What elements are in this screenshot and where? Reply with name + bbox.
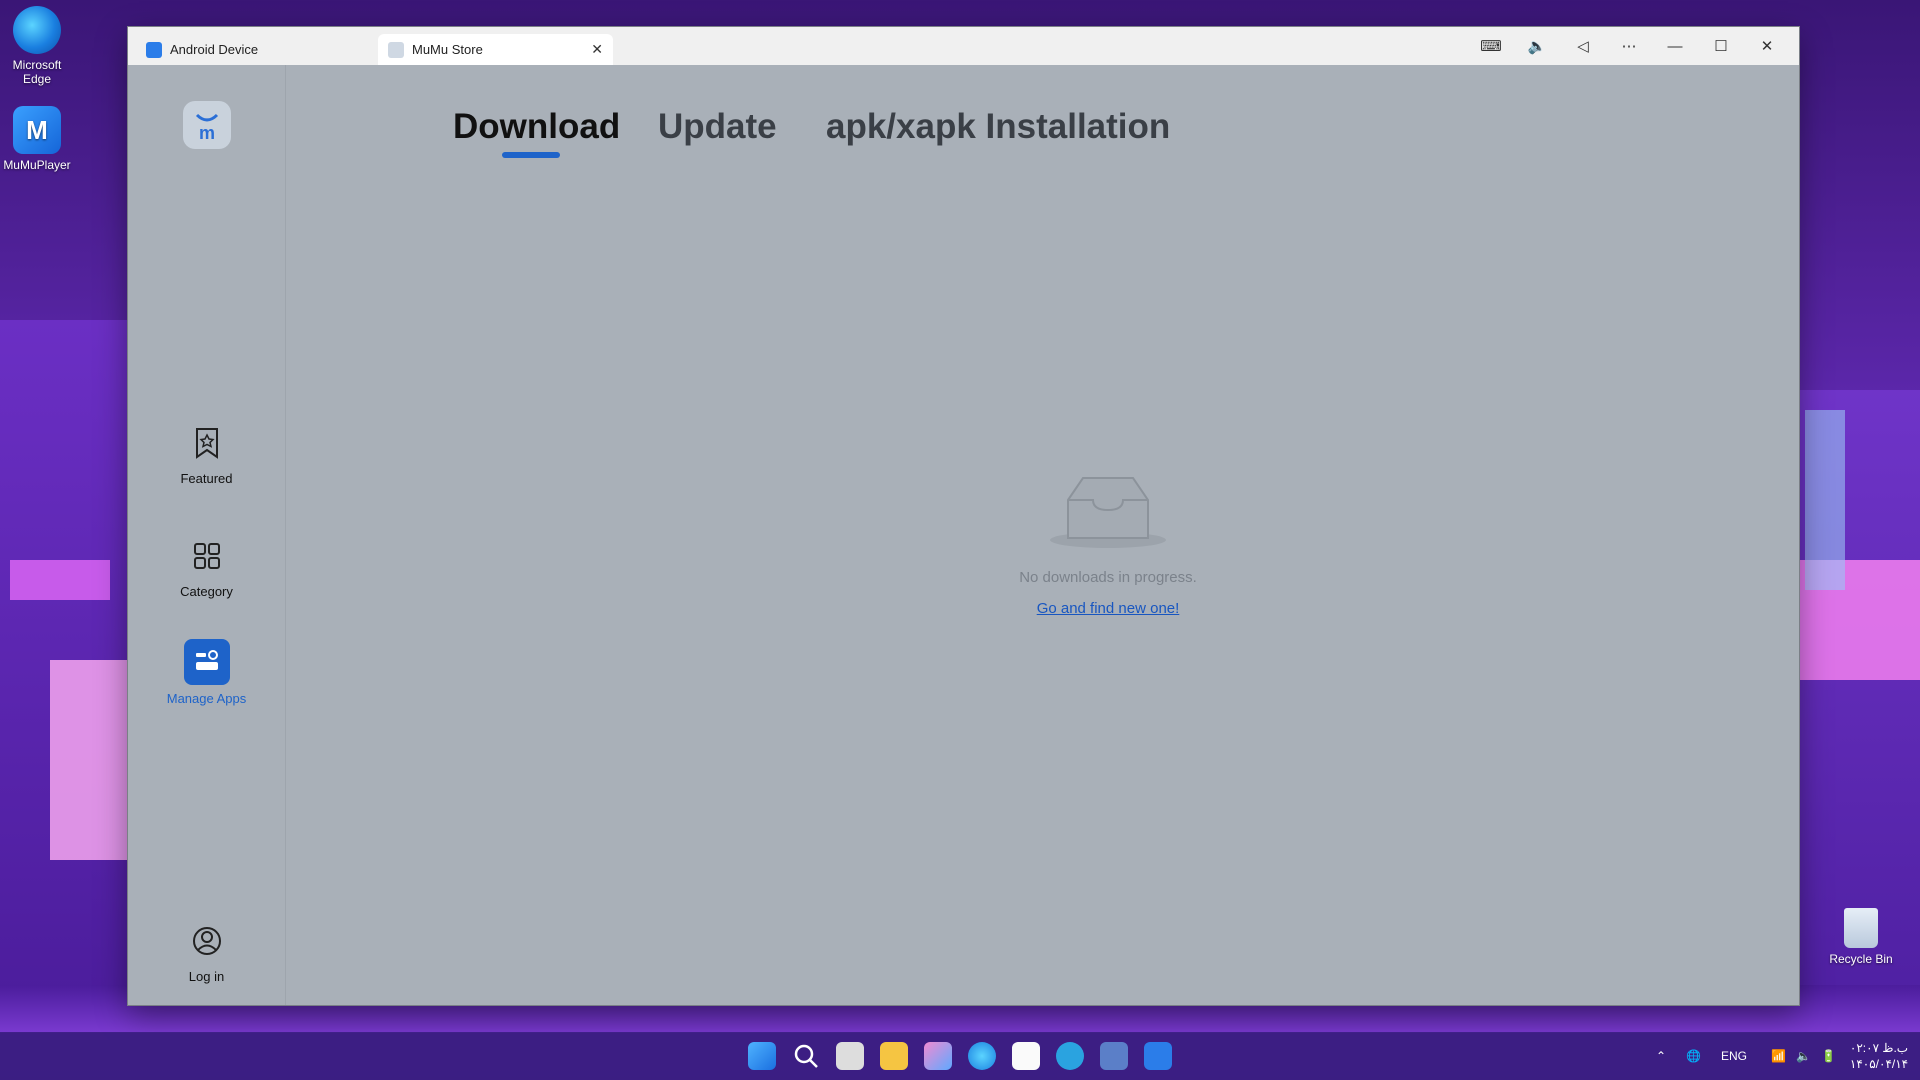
desktop-icon-mumuplayer[interactable]: M MuMuPlayer xyxy=(0,106,77,172)
taskbar: ⌃ 🌐 ENG 📶 🔈 🔋 ب.ظ ۰۲:۰۷ ۱۴۰۵/۰۴/۱۴ xyxy=(0,1032,1920,1080)
recycle-bin-icon xyxy=(1844,908,1878,948)
sidebar: m Featured Category Manage Apps Log in xyxy=(128,65,286,1005)
sidebar-item-manage-apps[interactable]: Manage Apps xyxy=(128,639,285,706)
system-tray: ⌃ 🌐 ENG 📶 🔈 🔋 ب.ظ ۰۲:۰۷ ۱۴۰۵/۰۴/۱۴ xyxy=(1656,1032,1908,1080)
title-bar: Android Device MuMu Store ✕ ⌨ 🔈 ◁ ⋯ — ☐ … xyxy=(128,27,1799,65)
city-building-right-3 xyxy=(1805,410,1845,590)
sidebar-item-featured[interactable]: Featured xyxy=(128,421,285,486)
close-icon[interactable]: ✕ xyxy=(1756,35,1778,57)
tab-update[interactable]: Update xyxy=(658,107,777,147)
date: ۱۴۰۵/۰۴/۱۴ xyxy=(1849,1057,1909,1071)
network-app-icon[interactable] xyxy=(1100,1042,1128,1070)
city-building-left-3 xyxy=(50,660,130,860)
mumu-store-icon xyxy=(388,41,404,58)
mumu-store-logo: m xyxy=(183,101,231,149)
more-icon[interactable]: ⋯ xyxy=(1618,35,1640,57)
start-icon[interactable] xyxy=(748,1042,776,1070)
mumuplayer-icon: M xyxy=(13,106,61,154)
desktop-icon-label: MuMuPlayer xyxy=(3,158,71,172)
file-explorer-icon[interactable] xyxy=(880,1042,908,1070)
desktop-icon-edge[interactable]: Microsoft Edge xyxy=(0,6,77,86)
edge-icon xyxy=(13,6,61,54)
keyboard-icon[interactable]: ⌨ xyxy=(1480,35,1502,57)
chevron-up-icon[interactable]: ⌃ xyxy=(1656,1049,1666,1063)
language-indicator[interactable]: ENG xyxy=(1721,1049,1747,1063)
sidebar-item-label: Log in xyxy=(188,969,225,984)
mumuplayer-taskbar-icon[interactable] xyxy=(1144,1042,1172,1070)
back-icon[interactable]: ◁ xyxy=(1572,35,1594,57)
search-icon[interactable] xyxy=(792,1042,820,1070)
grid-icon xyxy=(185,534,229,578)
store-icon[interactable] xyxy=(1012,1042,1040,1070)
city-building-left-2 xyxy=(10,560,110,600)
sidebar-item-label: Category xyxy=(180,584,233,599)
tab-mumu-store[interactable]: MuMu Store ✕ xyxy=(378,34,613,65)
sidebar-item-category[interactable]: Category xyxy=(128,534,285,599)
mumu-window: Android Device MuMu Store ✕ ⌨ 🔈 ◁ ⋯ — ☐ … xyxy=(128,27,1799,1005)
task-view-icon[interactable] xyxy=(836,1042,864,1070)
desktop-icon-recycle-bin[interactable]: Recycle Bin xyxy=(1826,908,1896,966)
wifi-icon[interactable]: 📶 xyxy=(1771,1049,1786,1063)
battery-icon[interactable]: 🔋 xyxy=(1821,1049,1836,1063)
minimize-icon[interactable]: — xyxy=(1664,35,1686,57)
empty-message: No downloads in progress. xyxy=(1019,569,1197,586)
recycle-bin-label: Recycle Bin xyxy=(1829,952,1893,966)
globe-icon[interactable]: 🌐 xyxy=(1686,1049,1701,1063)
telegram-icon[interactable] xyxy=(1056,1042,1084,1070)
maximize-icon[interactable]: ☐ xyxy=(1710,35,1732,57)
desktop-icon-label: Microsoft Edge xyxy=(12,58,62,86)
tab-apk-installation[interactable]: apk/xapk Installation xyxy=(826,107,1170,147)
time: ب.ظ ۰۲:۰۷ xyxy=(1849,1041,1909,1055)
tab-android-device[interactable]: Android Device xyxy=(146,34,366,65)
clock[interactable]: ب.ظ ۰۲:۰۷ ۱۴۰۵/۰۴/۱۴ xyxy=(1850,1040,1908,1072)
sidebar-item-label: Manage Apps xyxy=(166,691,247,706)
android-device-icon xyxy=(146,41,162,58)
empty-state: No downloads in progress. Go and find ne… xyxy=(928,470,1288,618)
copilot-icon[interactable] xyxy=(924,1042,952,1070)
bookmark-star-icon xyxy=(185,421,229,465)
tab-download[interactable]: Download xyxy=(453,107,620,147)
speaker-icon[interactable]: 🔈 xyxy=(1796,1049,1811,1063)
tab-label: apk/xapk Installation xyxy=(826,107,1171,146)
manage-apps-icon xyxy=(183,639,230,685)
tab-label: MuMu Store xyxy=(412,42,483,57)
active-tab-indicator xyxy=(502,152,560,158)
sidebar-item-label: Featured xyxy=(180,471,233,486)
find-new-link[interactable]: Go and find new one! xyxy=(1037,600,1180,617)
sidebar-item-log-in[interactable]: Log in xyxy=(128,919,285,984)
tab-label: Android Device xyxy=(170,42,259,57)
tab-label: Update xyxy=(658,107,777,146)
edge-taskbar-icon[interactable] xyxy=(968,1042,996,1070)
user-icon xyxy=(185,919,229,963)
svg-text:m: m xyxy=(199,123,215,143)
empty-inbox-icon xyxy=(928,470,1288,555)
volume-icon[interactable]: 🔈 xyxy=(1526,35,1548,57)
tab-label: Download xyxy=(453,107,621,146)
tab-close-icon[interactable]: ✕ xyxy=(591,41,603,58)
